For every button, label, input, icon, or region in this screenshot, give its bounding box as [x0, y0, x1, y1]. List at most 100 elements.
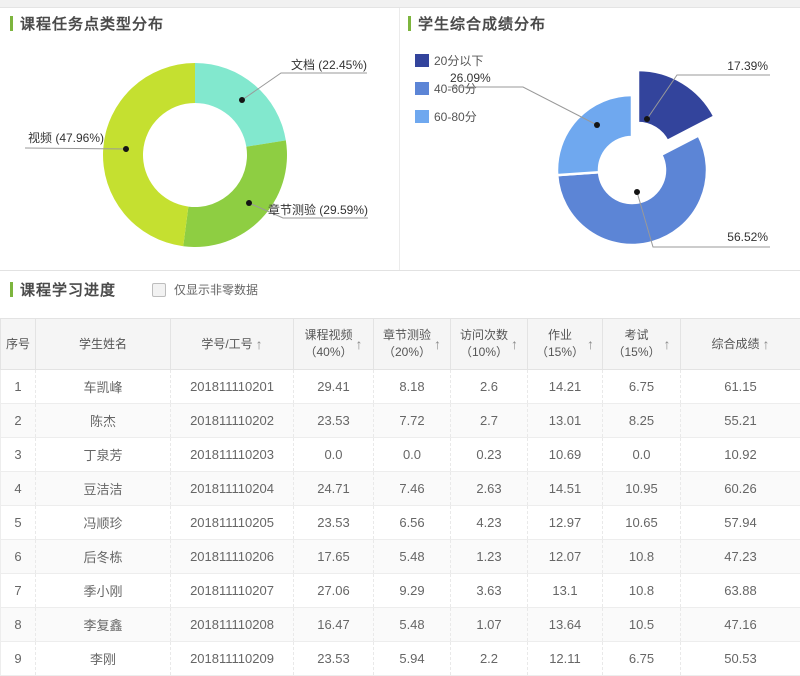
title-accent-bar	[10, 282, 13, 297]
column-header-5[interactable]: 访问次数（10%）↑	[451, 319, 528, 370]
table-cell: 12.07	[528, 540, 603, 574]
table-cell: 10.92	[681, 438, 800, 472]
table-cell: 60.26	[681, 472, 800, 506]
callout-label: 视频 (47.96%)	[28, 130, 104, 145]
progress-section: 课程学习进度 仅显示非零数据 序号学生姓名学号/工号↑课程视频（40%）↑章节测…	[0, 270, 800, 676]
nonzero-filter: 仅显示非零数据	[152, 281, 258, 298]
table-cell: 4	[1, 472, 36, 506]
sort-arrow-icon[interactable]: ↑	[356, 336, 363, 352]
callout-label: 17.39%	[727, 59, 768, 73]
table-cell: 201811110208	[171, 608, 294, 642]
table-cell: 10.8	[603, 540, 681, 574]
table-cell: 57.94	[681, 506, 800, 540]
table-row-1: 1车凯峰20181111020129.418.182.614.216.7561.…	[1, 370, 800, 404]
column-label: 综合成绩	[711, 336, 759, 353]
table-body: 1车凯峰20181111020129.418.182.614.216.7561.…	[1, 370, 800, 676]
column-label: 序号	[6, 336, 30, 353]
table-cell: 201811110202	[171, 404, 294, 438]
table-cell: 201811110204	[171, 472, 294, 506]
table-cell: 0.0	[603, 438, 681, 472]
task-type-donut-chart: 文档 (22.45%) 章节测验 (29.59%) 视频 (47.96%)	[0, 8, 400, 270]
table-cell: 丁泉芳	[36, 438, 171, 472]
table-row-4: 4豆洁洁20181111020424.717.462.6314.5110.956…	[1, 472, 800, 506]
column-header-2[interactable]: 学号/工号↑	[171, 319, 294, 370]
table-cell: 5.94	[374, 642, 451, 676]
table-cell: 201811110206	[171, 540, 294, 574]
column-header-7[interactable]: 考试（15%）↑	[603, 319, 681, 370]
table-cell: 0.0	[294, 438, 374, 472]
charts-row: 课程任务点类型分布 文档 (22.45%)章节测验 (29.59%)视频 (47…	[0, 8, 800, 270]
column-label: 作业（15%）	[536, 327, 584, 361]
column-header-0: 序号	[1, 319, 36, 370]
table-cell: 201811110207	[171, 574, 294, 608]
table-cell: 14.51	[528, 472, 603, 506]
table-cell: 6.75	[603, 370, 681, 404]
callout-label: 26.09%	[450, 71, 491, 85]
sort-arrow-icon[interactable]: ↑	[434, 336, 441, 352]
table-cell: 车凯峰	[36, 370, 171, 404]
table-cell: 23.53	[294, 506, 374, 540]
callout-dot	[644, 116, 650, 122]
table-cell: 李刚	[36, 642, 171, 676]
table-cell: 9	[1, 642, 36, 676]
table-cell: 3.63	[451, 574, 528, 608]
sort-arrow-icon[interactable]: ↑	[587, 336, 594, 352]
column-header-6[interactable]: 作业（15%）↑	[528, 319, 603, 370]
table-cell: 0.0	[374, 438, 451, 472]
sort-arrow-icon[interactable]: ↑	[256, 336, 263, 352]
callout-label: 章节测验 (29.59%)	[268, 202, 368, 217]
top-divider-strip	[0, 0, 800, 8]
table-cell: 2.2	[451, 642, 528, 676]
table-cell: 201811110201	[171, 370, 294, 404]
sort-arrow-icon[interactable]: ↑	[511, 336, 518, 352]
table-cell: 63.88	[681, 574, 800, 608]
table-cell: 201811110209	[171, 642, 294, 676]
table-cell: 13.1	[528, 574, 603, 608]
column-label: 考试（15%）	[612, 327, 660, 361]
table-cell: 6	[1, 540, 36, 574]
table-cell: 6.75	[603, 642, 681, 676]
table-cell: 0.23	[451, 438, 528, 472]
column-header-3[interactable]: 课程视频（40%）↑	[294, 319, 374, 370]
pie-slice-1[interactable]	[183, 140, 287, 247]
table-cell: 9.29	[374, 574, 451, 608]
column-label: 访问次数（10%）	[460, 327, 508, 361]
table-cell: 2.7	[451, 404, 528, 438]
table-cell: 61.15	[681, 370, 800, 404]
table-cell: 13.01	[528, 404, 603, 438]
table-header-row: 序号学生姓名学号/工号↑课程视频（40%）↑章节测验（20%）↑访问次数（10%…	[1, 319, 800, 370]
column-header-8[interactable]: 综合成绩↑	[681, 319, 800, 370]
column-label: 学号/工号	[201, 336, 252, 353]
callout-dot	[123, 146, 129, 152]
table-head: 序号学生姓名学号/工号↑课程视频（40%）↑章节测验（20%）↑访问次数（10%…	[1, 319, 800, 370]
column-label: 学生姓名	[79, 336, 127, 353]
pie-slice-2[interactable]	[557, 95, 632, 175]
nonzero-filter-checkbox[interactable]	[152, 283, 166, 297]
column-header-1: 学生姓名	[36, 319, 171, 370]
table-cell: 7	[1, 574, 36, 608]
sort-arrow-icon[interactable]: ↑	[664, 336, 671, 352]
column-label: 章节测验（20%）	[383, 327, 431, 361]
table-cell: 10.65	[603, 506, 681, 540]
sort-arrow-icon[interactable]: ↑	[763, 336, 770, 352]
column-header-4[interactable]: 章节测验（20%）↑	[374, 319, 451, 370]
task-type-chart-panel: 课程任务点类型分布 文档 (22.45%)章节测验 (29.59%)视频 (47…	[0, 8, 400, 270]
pie-slice-2[interactable]	[103, 63, 195, 246]
table-cell: 1.07	[451, 608, 528, 642]
table-row-7: 7季小刚20181111020727.069.293.6313.110.863.…	[1, 574, 800, 608]
table-cell: 5	[1, 506, 36, 540]
score-distribution-chart-panel: 学生综合成绩分布 20分以下 40-60分 60-80分 17.39%26.09…	[400, 8, 800, 270]
callout-label: 文档 (22.45%)	[291, 57, 367, 72]
pie-slice-0[interactable]	[638, 70, 714, 141]
table-cell: 5.48	[374, 540, 451, 574]
table-cell: 陈杰	[36, 404, 171, 438]
table-row-6: 6后冬栋20181111020617.655.481.2312.0710.847…	[1, 540, 800, 574]
table-cell: 50.53	[681, 642, 800, 676]
callout-dot	[634, 189, 640, 195]
table-cell: 7.72	[374, 404, 451, 438]
pie-slice-0[interactable]	[195, 63, 286, 147]
table-cell: 12.97	[528, 506, 603, 540]
table-cell: 23.53	[294, 404, 374, 438]
table-cell: 24.71	[294, 472, 374, 506]
table-row-5: 5冯顺珍20181111020523.536.564.2312.9710.655…	[1, 506, 800, 540]
